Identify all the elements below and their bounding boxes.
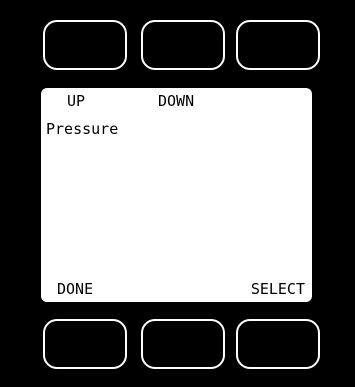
lcd-display: UP DOWN Pressure DONE SELECT — [41, 88, 312, 302]
top-middle-softkey[interactable] — [141, 20, 225, 70]
softkey-label-up: UP — [67, 92, 86, 110]
top-right-softkey[interactable] — [236, 20, 320, 70]
softkey-label-done: DONE — [57, 280, 94, 298]
softkey-label-select: SELECT — [250, 280, 305, 298]
menu-item-pressure: Pressure — [46, 120, 119, 138]
bottom-left-softkey[interactable] — [43, 319, 127, 369]
softkey-label-down: DOWN — [158, 92, 195, 110]
bottom-middle-softkey[interactable] — [141, 319, 225, 369]
device-panel: UP DOWN Pressure DONE SELECT — [0, 0, 355, 387]
bottom-right-softkey[interactable] — [236, 319, 320, 369]
top-left-softkey[interactable] — [43, 20, 127, 70]
